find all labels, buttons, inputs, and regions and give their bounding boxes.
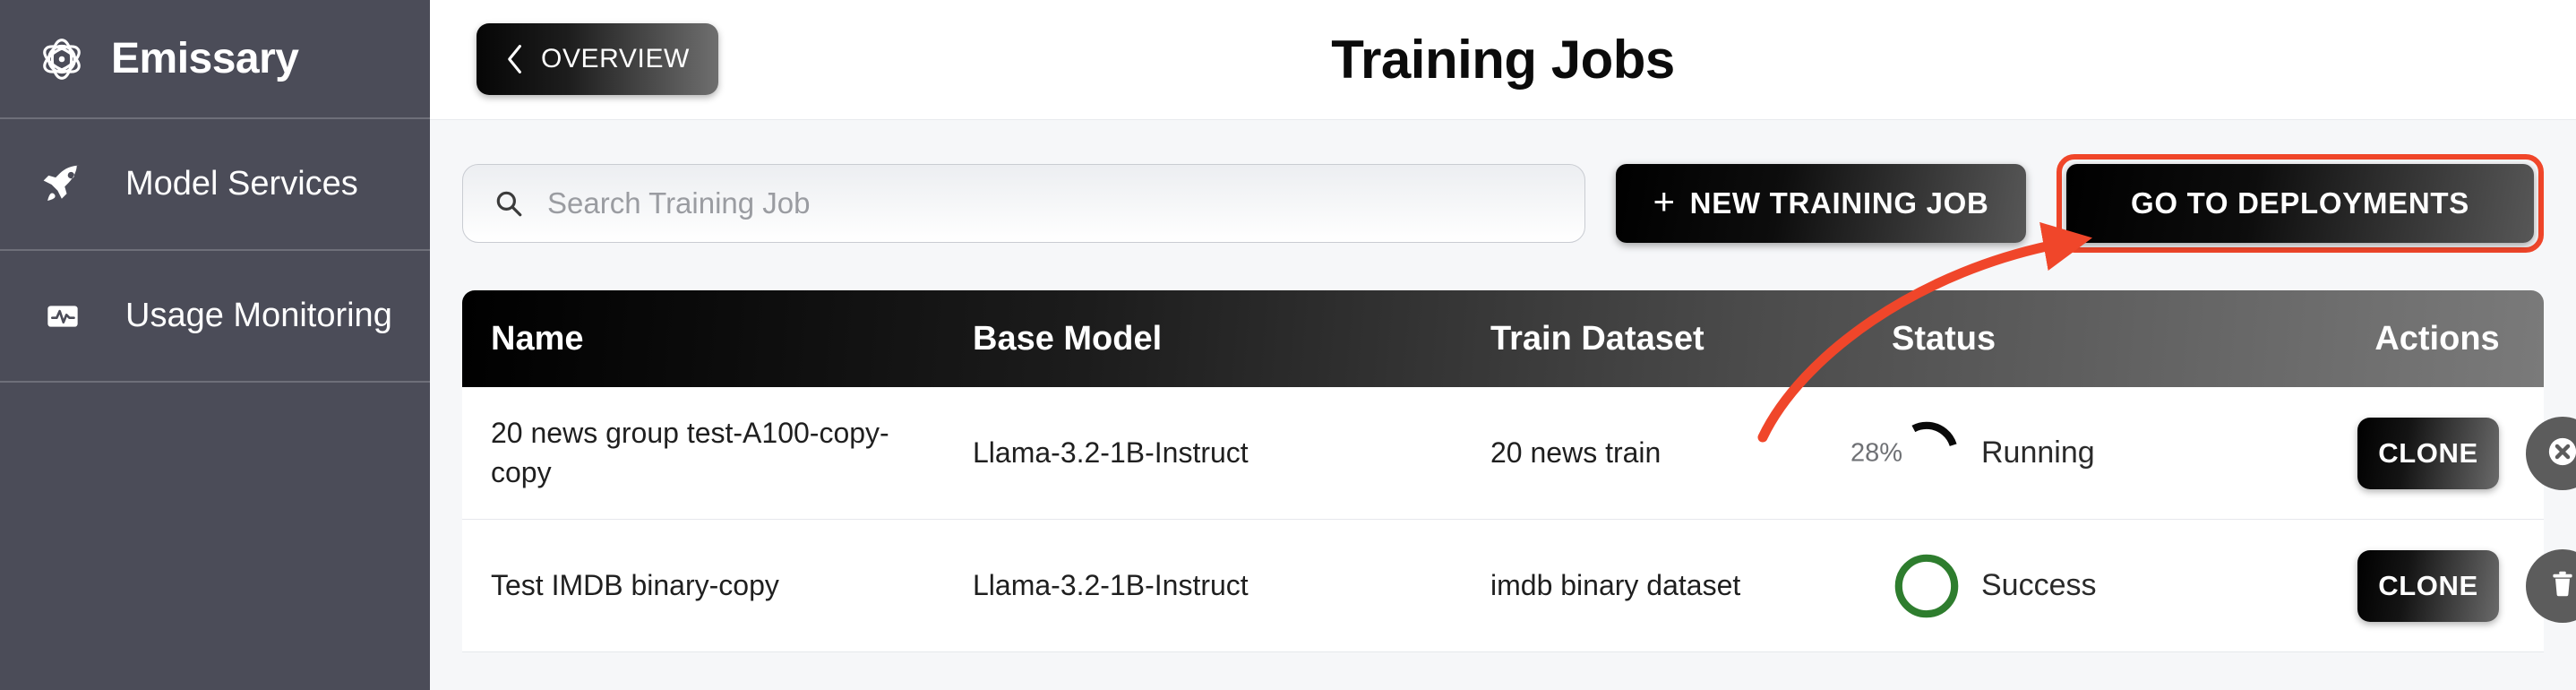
content-area: + NEW TRAINING JOB GO TO DEPLOYMENTS Nam… xyxy=(430,119,2576,690)
job-base-model: Llama-3.2-1B-Instruct xyxy=(973,436,1249,469)
cancel-circle-icon xyxy=(2543,432,2576,474)
search-input[interactable] xyxy=(547,186,1554,220)
overview-back-label: OVERVIEW xyxy=(541,44,690,73)
sidebar: Emissary Model Services Usage Monitoring xyxy=(0,0,430,690)
column-header-status: Status xyxy=(1892,319,1996,358)
new-training-job-label: NEW TRAINING JOB xyxy=(1689,186,1989,220)
row-actions: CLONE xyxy=(2357,416,2576,490)
column-header-train-dataset: Train Dataset xyxy=(1490,319,1704,358)
row-actions: CLONE xyxy=(2357,548,2576,623)
job-status: 28% Running xyxy=(1850,418,2357,488)
status-label: Success xyxy=(1981,568,2097,602)
search-icon xyxy=(494,188,524,219)
clone-button[interactable]: CLONE xyxy=(2357,549,2499,622)
chevron-left-icon xyxy=(505,43,525,75)
brand: Emissary xyxy=(0,0,430,119)
job-base-model: Llama-3.2-1B-Instruct xyxy=(973,569,1249,601)
main-area: OVERVIEW Training Jobs Search Training J… xyxy=(430,0,2576,690)
toolbar: + NEW TRAINING JOB GO TO DEPLOYMENTS xyxy=(462,120,2544,253)
sidebar-item-label: Model Services xyxy=(125,165,358,203)
new-training-job-button[interactable]: + NEW TRAINING JOB xyxy=(1616,164,2026,243)
training-jobs-table: Name Base Model Train Dataset Status Act… xyxy=(462,290,2576,652)
table-row[interactable]: 20 news group test-A100-copy-copy Llama-… xyxy=(462,387,2576,520)
table-row[interactable]: Test IMDB binary-copy Llama-3.2-1B-Instr… xyxy=(462,520,2576,652)
job-name: 20 news group test-A100-copy-copy xyxy=(491,417,889,488)
sidebar-empty-space xyxy=(0,383,430,690)
search-box[interactable] xyxy=(462,164,1585,243)
job-name: Test IMDB binary-copy xyxy=(491,568,779,601)
progress-percent: 28% xyxy=(1850,438,1903,467)
app-root: Emissary Model Services Usage Monitoring xyxy=(0,0,2576,690)
page-title: Training Jobs xyxy=(1331,30,1675,90)
status-label: Running xyxy=(1981,436,2095,470)
column-header-base-model: Base Model xyxy=(973,319,1163,358)
cancel-job-button[interactable] xyxy=(2526,416,2576,490)
clone-button[interactable]: CLONE xyxy=(2357,417,2499,489)
activity-monitor-icon xyxy=(36,292,90,341)
sidebar-item-model-services[interactable]: Model Services xyxy=(0,119,430,251)
job-train-dataset: 20 news train xyxy=(1490,436,1662,469)
deployments-highlight-box: GO TO DEPLOYMENTS xyxy=(2057,154,2544,253)
trash-icon xyxy=(2545,566,2576,605)
column-header-name: Name xyxy=(491,319,584,358)
delete-job-button[interactable] xyxy=(2526,548,2576,623)
go-to-deployments-label: GO TO DEPLOYMENTS xyxy=(2131,186,2469,220)
table-header-row: Name Base Model Train Dataset Status Act… xyxy=(462,290,2544,387)
column-header-actions: Actions xyxy=(2374,319,2500,358)
page-title-wrap: Training Jobs xyxy=(430,29,2576,91)
atom-icon xyxy=(34,31,90,87)
plus-icon: + xyxy=(1653,180,1676,222)
job-train-dataset: imdb binary dataset xyxy=(1490,569,1741,601)
sidebar-item-usage-monitoring[interactable]: Usage Monitoring xyxy=(0,251,430,383)
page-header: OVERVIEW Training Jobs xyxy=(430,0,2576,119)
rocket-icon xyxy=(36,160,90,209)
go-to-deployments-button[interactable]: GO TO DEPLOYMENTS xyxy=(2066,164,2534,243)
job-status: Success xyxy=(1892,551,2357,621)
success-ring-icon xyxy=(1892,551,1962,621)
overview-back-button[interactable]: OVERVIEW xyxy=(477,23,718,95)
brand-name: Emissary xyxy=(111,34,299,82)
sidebar-item-label: Usage Monitoring xyxy=(125,297,392,334)
progress-ring-icon: 28% xyxy=(1850,418,1962,488)
